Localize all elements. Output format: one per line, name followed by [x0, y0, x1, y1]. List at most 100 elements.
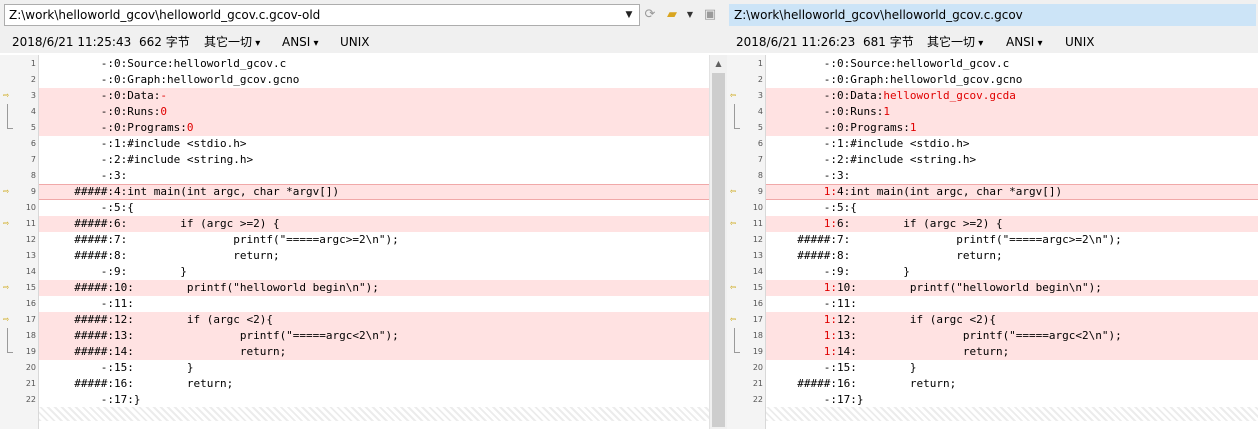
code-line[interactable]: 4 -: 0:Runs:1 [727, 104, 1258, 120]
left-path-input[interactable]: Z:\work\helloworld_gcov\helloworld_gcov.… [4, 4, 640, 26]
left-vertical-scrollbar[interactable]: ▲ [709, 55, 727, 429]
diff-bracket-line [734, 104, 735, 120]
code-line[interactable]: ⇨ 3 -: 0:Data:- [0, 88, 727, 104]
line-number: 8 [30, 171, 36, 180]
code-line[interactable]: 6 -: 1:#include <stdio.h> [727, 136, 1258, 152]
scroll-up-icon[interactable]: ▲ [710, 55, 727, 72]
code-line[interactable]: ⇨ 15 #####: 10: printf("helloworld begin\n"… [0, 280, 727, 296]
right-editor[interactable]: 1 -: 0:Source:helloworld_gcov.c 2 -: 0:Graph:… [727, 55, 1258, 429]
code-line[interactable]: 6 -: 1:#include <stdio.h> [0, 136, 727, 152]
diff-bracket-end [734, 120, 740, 129]
refresh-icon[interactable]: ⟳ [642, 6, 658, 24]
code-line[interactable]: 22 -: 17:} [0, 392, 727, 408]
code-line[interactable]: ⇦ 11 1: 6: if (argc >=2) { [727, 216, 1258, 232]
execution-count: #####: [797, 249, 837, 262]
execution-count: -: [100, 57, 114, 70]
execution-count: -: [100, 105, 114, 118]
code-line[interactable]: 10 -: 5:{ [0, 200, 727, 216]
right-encoding-dropdown[interactable]: ANSI [1006, 31, 1043, 55]
code-line[interactable]: 20 -: 15: } [0, 360, 727, 376]
line-source: 0:Source:helloworld_gcov.c [837, 57, 1010, 70]
line-number: 18 [752, 331, 763, 340]
code-line[interactable]: 1 -: 0:Source:helloworld_gcov.c [0, 56, 727, 72]
line-source: 5:{ [837, 201, 857, 214]
code-line[interactable]: 5 -: 0:Programs:0 [0, 120, 727, 136]
changed-value: - [160, 89, 167, 102]
code-line[interactable]: 5 -: 0:Programs:1 [727, 120, 1258, 136]
line-number: 5 [30, 123, 36, 132]
line-number: 9 [30, 187, 36, 196]
code-line[interactable]: 7 -: 2:#include <string.h> [0, 152, 727, 168]
line-text: 5:{ [837, 200, 857, 216]
code-line[interactable]: 21 #####: 16: return; [0, 376, 727, 392]
left-eol-label[interactable]: UNIX [340, 31, 370, 53]
code-line[interactable]: ⇨ 11 #####: 6: if (argc >=2) { [0, 216, 727, 232]
line-source: 8: return; [114, 249, 280, 262]
left-encoding-dropdown[interactable]: ANSI [282, 31, 319, 55]
line-number: 13 [25, 251, 36, 260]
code-line[interactable]: 19 #####: 14: return; [0, 344, 727, 360]
code-line[interactable]: 2 -: 0:Graph:helloworld_gcov.gcno [0, 72, 727, 88]
code-line[interactable]: ⇦ 9 1: 4:int main(int argc, char *argv[]) [727, 184, 1258, 200]
line-text: 11: [114, 296, 134, 312]
line-text: 13: printf("=====argc<2\n"); [114, 328, 399, 344]
line-source: 16: return; [837, 377, 957, 390]
code-line[interactable]: 13 #####: 8: return; [727, 248, 1258, 264]
line-source: 17:} [837, 393, 864, 406]
code-line[interactable]: 4 -: 0:Runs:0 [0, 104, 727, 120]
end-of-file-filler [766, 407, 1258, 421]
code-line[interactable]: 14 -: 9: } [0, 264, 727, 280]
line-source: 0:Programs: [114, 121, 187, 134]
code-line[interactable]: 14 -: 9: } [727, 264, 1258, 280]
code-line[interactable]: 12 #####: 7: printf("=====argc>=2\n"); [727, 232, 1258, 248]
line-source: 6: if (argc >=2) { [837, 217, 1003, 230]
code-line[interactable]: 21 #####: 16: return; [727, 376, 1258, 392]
line-text: 17:} [837, 392, 864, 408]
left-editor[interactable]: 1 -: 0:Source:helloworld_gcov.c 2 -: 0:Graph:… [0, 55, 727, 429]
diff-bracket-line [7, 104, 8, 120]
execution-count: 1: [823, 185, 837, 198]
code-line[interactable]: 10 -: 5:{ [727, 200, 1258, 216]
code-line[interactable]: 7 -: 2:#include <string.h> [727, 152, 1258, 168]
line-number: 21 [752, 379, 763, 388]
code-line[interactable]: 8 -: 3: [727, 168, 1258, 184]
code-line[interactable]: 1 -: 0:Source:helloworld_gcov.c [727, 56, 1258, 72]
line-number: 22 [25, 395, 36, 404]
code-line[interactable]: ⇨ 9 #####: 4:int main(int argc, char *argv[… [0, 184, 727, 200]
chevron-down-icon[interactable]: ▼ [622, 4, 636, 26]
code-line[interactable]: 13 #####: 8: return; [0, 248, 727, 264]
code-line[interactable]: ⇦ 17 1: 12: if (argc <2){ [727, 312, 1258, 328]
code-line[interactable]: 22 -: 17:} [727, 392, 1258, 408]
code-line[interactable]: 2 -: 0:Graph:helloworld_gcov.gcno [727, 72, 1258, 88]
code-line[interactable]: 16 -: 11: [727, 296, 1258, 312]
line-source: 13: printf("=====argc<2\n"); [837, 329, 1122, 342]
code-line[interactable]: 19 1: 14: return; [727, 344, 1258, 360]
chevron-down-icon[interactable]: ▼ [682, 6, 698, 24]
line-text: 4:int main(int argc, char *argv[]) [837, 184, 1062, 200]
line-source: 9: } [114, 265, 187, 278]
code-line[interactable]: 8 -: 3: [0, 168, 727, 184]
scrollbar-thumb[interactable] [712, 73, 725, 427]
right-path-input[interactable]: Z:\work\helloworld_gcov\helloworld_gcov.… [729, 4, 1256, 26]
code-line[interactable]: 18 #####: 13: printf("=====argc<2\n"); [0, 328, 727, 344]
line-text: 7: printf("=====argc>=2\n"); [114, 232, 399, 248]
line-text: 1:#include <stdio.h> [114, 136, 246, 152]
code-line[interactable]: ⇨ 17 #####: 12: if (argc <2){ [0, 312, 727, 328]
code-line[interactable]: ⇦ 3 -: 0:Data:helloworld_gcov.gcda [727, 88, 1258, 104]
save-icon[interactable]: ▣ [702, 6, 718, 24]
line-number: 1 [30, 59, 36, 68]
code-line[interactable]: 12 #####: 7: printf("=====argc>=2\n"); [0, 232, 727, 248]
line-text: 3: [837, 168, 850, 184]
line-text: 1:#include <stdio.h> [837, 136, 969, 152]
code-line[interactable]: 18 1: 13: printf("=====argc<2\n"); [727, 328, 1258, 344]
execution-count: -: [823, 169, 837, 182]
right-filter-dropdown[interactable]: 其它一切 [927, 31, 983, 55]
folder-open-icon[interactable]: ▰ [664, 6, 680, 24]
code-line[interactable]: 16 -: 11: [0, 296, 727, 312]
left-filter-dropdown[interactable]: 其它一切 [204, 31, 260, 55]
code-line[interactable]: ⇦ 15 1: 10: printf("helloworld begin\n"); [727, 280, 1258, 296]
code-line[interactable]: 20 -: 15: } [727, 360, 1258, 376]
right-eol-label[interactable]: UNIX [1065, 31, 1095, 53]
line-source: 14: return; [114, 345, 287, 358]
line-number: 17 [25, 315, 36, 324]
